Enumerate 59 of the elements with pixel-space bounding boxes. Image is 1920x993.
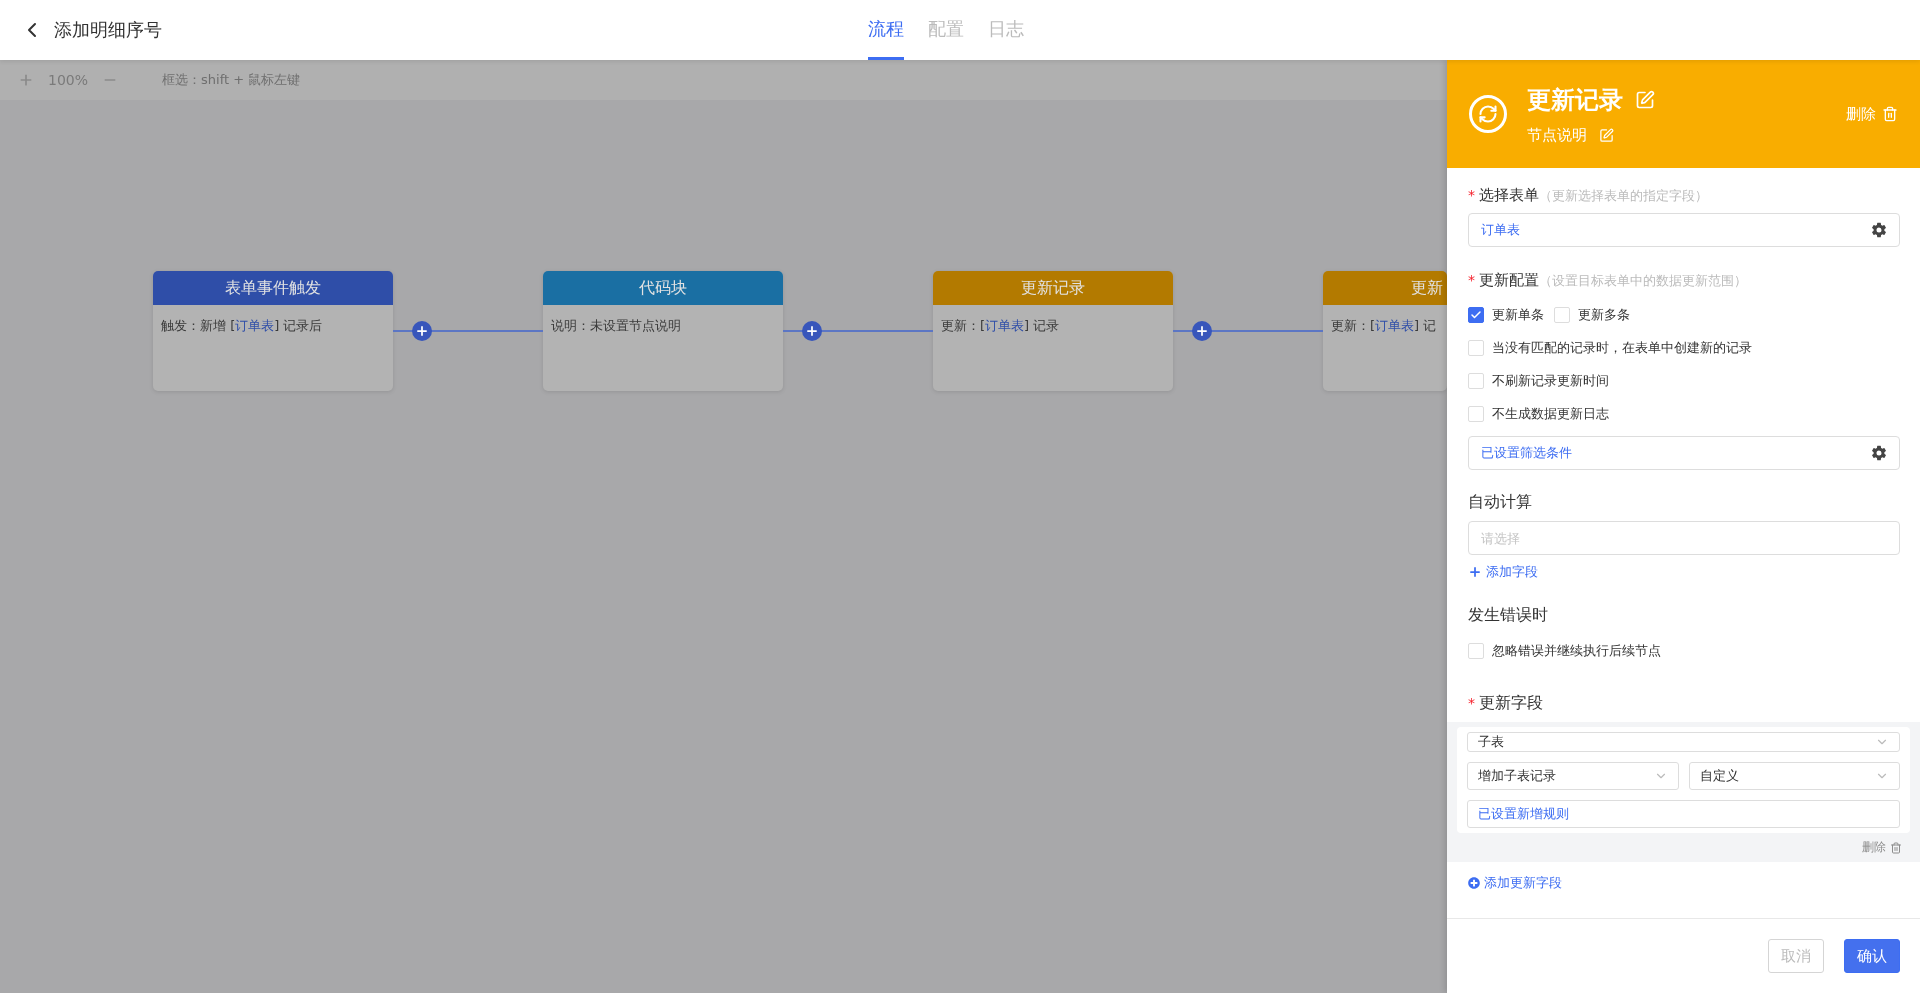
form-link[interactable]: 订单表 [985, 318, 1025, 333]
required-mark: * [1468, 272, 1475, 288]
field-select[interactable]: 子表 [1467, 732, 1900, 752]
add-update-field-link[interactable]: 添加更新字段 [1468, 874, 1562, 892]
checkbox-label: 当没有匹配的记录时，在表单中创建新的记录 [1492, 338, 1752, 357]
refresh-icon [1469, 95, 1507, 133]
rule-field[interactable]: 已设置新增规则 [1467, 800, 1900, 828]
settings-icon[interactable] [1871, 222, 1887, 238]
panel-title: 更新记录 [1527, 84, 1623, 116]
flow-node[interactable]: 更新 更新：[订单表] 记 [1323, 271, 1447, 391]
node-description: 更新：[订单表] 记 [1331, 318, 1437, 333]
form-select-field[interactable]: 订单表 [1468, 213, 1900, 247]
node-note: 节点说明 [1527, 125, 1587, 145]
page-title: 添加明细序号 [54, 18, 162, 42]
check-icon [1470, 308, 1482, 321]
field-hint: （设置目标表单中的数据更新范围） [1539, 272, 1747, 290]
flow-node[interactable]: 更新记录 更新：[订单表] 记录 [933, 271, 1173, 391]
node-description: 更新：[订单表] 记录 [941, 318, 1060, 333]
field-label: 发生错误时 [1468, 605, 1548, 626]
flow-node[interactable]: 表单事件触发 触发：新增 [订单表] 记录后 [153, 271, 393, 391]
checkbox-label: 更新多条 [1578, 305, 1630, 324]
checkbox-label: 不刷新记录更新时间 [1492, 371, 1609, 390]
field-label: 更新字段 [1479, 693, 1543, 714]
field-label: 更新配置 [1479, 271, 1539, 290]
field-hint: （更新选择表单的指定字段） [1539, 187, 1708, 205]
checkbox-label: 忽略错误并继续执行后续节点 [1492, 641, 1661, 660]
node-title: 更新记录 [1021, 277, 1085, 299]
add-node-icon[interactable] [412, 321, 432, 341]
plus-icon [1468, 565, 1482, 579]
add-node-icon[interactable] [1192, 321, 1212, 341]
add-field-link[interactable]: 添加字段 [1468, 563, 1538, 581]
selection-hint: 框选：shift + 鼠标左键 [162, 71, 301, 89]
node-description: 说明：未设置节点说明 [551, 318, 681, 333]
checkbox-label: 更新单条 [1492, 305, 1544, 324]
field-label: 自动计算 [1468, 492, 1532, 513]
node-title: 更新 [1411, 277, 1443, 299]
trash-icon [1890, 841, 1902, 854]
confirm-button[interactable]: 确认 [1844, 939, 1900, 973]
trash-icon [1882, 106, 1898, 122]
delete-button[interactable]: 删除 [1862, 839, 1902, 856]
action-select[interactable]: 增加子表记录 [1467, 762, 1679, 790]
add-node-icon[interactable] [802, 321, 822, 341]
field-label: 选择表单 [1479, 186, 1539, 205]
node-title: 表单事件触发 [225, 277, 321, 299]
form-link[interactable]: 订单表 [1375, 318, 1415, 333]
settings-icon[interactable] [1871, 445, 1887, 461]
checkbox[interactable] [1468, 306, 1484, 323]
edit-icon[interactable] [1635, 89, 1655, 110]
zoom-in-icon[interactable] [18, 72, 34, 88]
required-mark: * [1468, 695, 1475, 711]
node-description: 触发：新增 [订单表] 记录后 [161, 318, 323, 333]
checkbox-label: 不生成数据更新日志 [1492, 404, 1609, 423]
filter-field[interactable]: 已设置筛选条件 [1468, 436, 1900, 470]
mode-select[interactable]: 自定义 [1688, 762, 1900, 790]
edit-icon[interactable] [1599, 127, 1614, 143]
node-title: 代码块 [639, 277, 687, 299]
flow-node[interactable]: 代码块 说明：未设置节点说明 [543, 271, 783, 391]
required-mark: * [1468, 187, 1475, 203]
form-link[interactable]: 订单表 [235, 318, 275, 333]
